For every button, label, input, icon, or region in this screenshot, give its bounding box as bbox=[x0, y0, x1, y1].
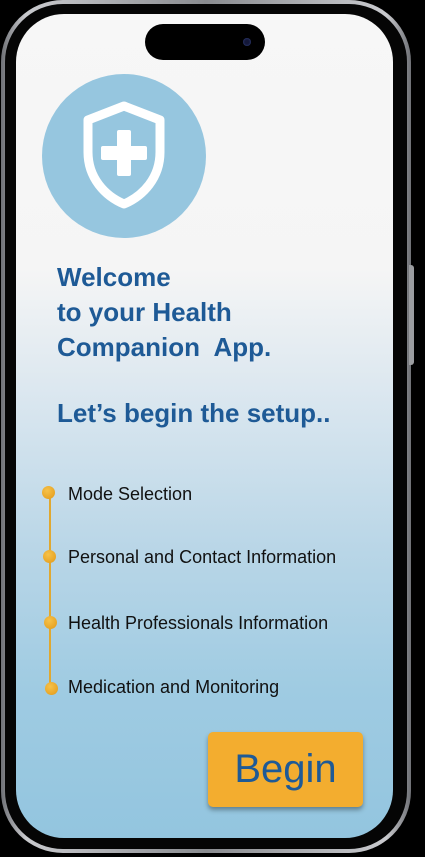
setup-heading: Let’s begin the setup.. bbox=[57, 398, 331, 428]
dynamic-island bbox=[145, 24, 265, 60]
step-dot-icon bbox=[45, 682, 58, 695]
step-health-professionals: Health Professionals Information bbox=[16, 611, 393, 635]
step-personal-contact: Personal and Contact Information bbox=[16, 545, 393, 569]
side-button bbox=[409, 265, 414, 365]
phone-screen: Welcome to your Health Companion App. Le… bbox=[16, 14, 393, 838]
welcome-title: Welcome to your Health Companion App. bbox=[57, 260, 271, 365]
begin-button[interactable]: Begin bbox=[208, 732, 363, 807]
steps-timeline bbox=[49, 492, 51, 690]
front-camera-icon bbox=[243, 38, 251, 46]
step-dot-icon bbox=[44, 616, 57, 629]
step-medication-monitoring: Medication and Monitoring bbox=[16, 675, 393, 699]
step-dot-icon bbox=[42, 486, 55, 499]
shield-plus-icon bbox=[83, 101, 165, 209]
step-label: Health Professionals Information bbox=[68, 613, 329, 633]
step-label: Personal and Contact Information bbox=[68, 547, 337, 567]
step-label: Medication and Monitoring bbox=[68, 677, 280, 697]
step-dot-icon bbox=[43, 550, 56, 563]
welcome-line: to your Health bbox=[57, 297, 232, 327]
welcome-line: Companion App. bbox=[57, 332, 272, 362]
welcome-line: Welcome bbox=[57, 262, 171, 292]
step-label: Mode Selection bbox=[68, 484, 193, 504]
app-logo bbox=[42, 74, 206, 238]
step-mode-selection: Mode Selection bbox=[16, 482, 393, 506]
